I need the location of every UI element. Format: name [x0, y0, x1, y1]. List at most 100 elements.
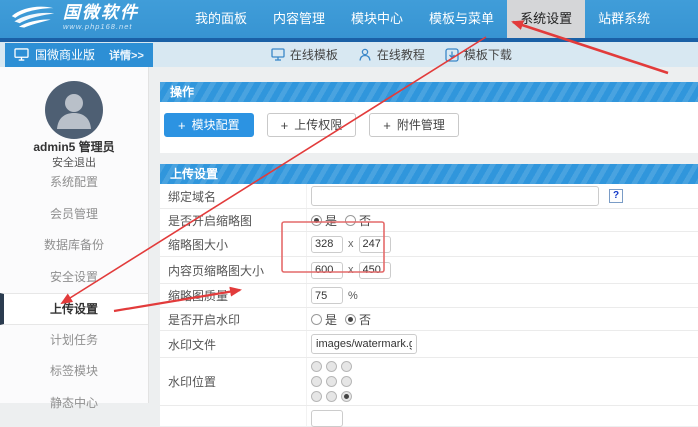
- sidebar-menu: 系统配置会员管理数据库备份安全设置上传设置计划任务标签模块静态中心: [0, 167, 148, 419]
- edition-button[interactable]: 国微商业版 详情>>: [5, 43, 153, 67]
- form-field-watermark-position: [307, 361, 352, 402]
- watermark-position-radio-r0c2[interactable]: [341, 361, 352, 372]
- watermark-position-radio-r2c1[interactable]: [326, 391, 337, 402]
- sidebar-item-member-manage[interactable]: 会员管理: [0, 199, 148, 231]
- sidebar-item-system-config[interactable]: 系统配置: [0, 167, 148, 199]
- tab-template-menu[interactable]: 模板与菜单: [416, 0, 507, 38]
- thumbnail-size-width-input[interactable]: [311, 236, 343, 253]
- top-nav: 我的面板内容管理模块中心模板与菜单系统设置站群系统: [182, 0, 663, 38]
- radio-label: 否: [359, 311, 371, 328]
- tab-system-settings[interactable]: 系统设置: [507, 0, 585, 38]
- form-row-watermark-file: 水印文件: [160, 331, 698, 358]
- form-row-content-thumbnail-size: 内容页缩略图大小 x: [160, 257, 698, 284]
- plus-icon: +: [281, 119, 289, 132]
- ops-buttons: +模块配置+上传权限+附件管理: [160, 102, 698, 153]
- sidebar-item-upload-settings[interactable]: 上传设置: [0, 293, 148, 325]
- plus-icon: +: [383, 119, 391, 132]
- subbar-link-online-template[interactable]: 在线模板: [271, 46, 338, 63]
- tab-site-group[interactable]: 站群系统: [585, 0, 663, 38]
- attachment-manage-button[interactable]: + 附件管理: [369, 113, 459, 137]
- watermark-position-radio-r1c1[interactable]: [326, 376, 337, 387]
- form-label-watermark-position: 水印位置: [160, 358, 307, 405]
- bind-domain-input[interactable]: [311, 186, 599, 206]
- form-label-thumbnail-size: 缩略图大小: [160, 232, 307, 256]
- button-label: 模块配置: [192, 114, 240, 136]
- clipped-row-input[interactable]: [311, 410, 343, 427]
- form-section-title: 上传设置: [160, 164, 698, 184]
- upload-permission-button[interactable]: +上传权限: [267, 113, 357, 137]
- watermark-position-radio-r2c0[interactable]: [311, 391, 322, 402]
- module-config-button[interactable]: + 模块配置: [164, 113, 254, 137]
- watermark-position-radio-r0c1[interactable]: [326, 361, 337, 372]
- logo-title: 国微软件: [63, 3, 139, 22]
- sidebar-item-tag-module[interactable]: 标签模块: [0, 356, 148, 388]
- form-label-watermark-enable: 是否开启水印: [160, 308, 307, 330]
- thumbnail-quality-input[interactable]: [311, 287, 343, 304]
- sidebar: admin5 管理员 安全退出 系统配置会员管理数据库备份安全设置上传设置计划任…: [0, 67, 149, 403]
- thumbnail-enable-radio-no[interactable]: [345, 215, 356, 226]
- content-thumbnail-size-height-input[interactable]: [359, 262, 391, 279]
- form-row-clipped-row: [160, 406, 698, 426]
- monitor-icon: [14, 48, 29, 61]
- sidebar-item-scheduled-tasks[interactable]: 计划任务: [0, 325, 148, 357]
- user-icon: [45, 81, 103, 139]
- thumbnail-size-height-input[interactable]: [359, 236, 391, 253]
- watermark-position-radio-r0c0[interactable]: [311, 361, 322, 372]
- form-field-watermark-enable: 是否: [307, 311, 379, 328]
- subbar-link-online-tutorial[interactable]: 在线教程: [358, 46, 425, 63]
- radio-label: 否: [359, 212, 371, 229]
- ops-section: 操作 +模块配置+上传权限+附件管理: [160, 82, 698, 153]
- form-row-watermark-enable: 是否开启水印是否: [160, 308, 698, 331]
- grid-row: [311, 391, 352, 402]
- tab-module-center[interactable]: 模块中心: [338, 0, 416, 38]
- form-field-thumbnail-size: x: [307, 236, 391, 253]
- subbar-link-label: 在线模板: [290, 46, 338, 63]
- ops-section-title: 操作: [160, 82, 698, 102]
- download-icon: [445, 48, 459, 62]
- subbar-links: 在线模板 在线教程 模板下载: [271, 46, 512, 63]
- form-label-thumbnail-quality: 缩略图质量: [160, 284, 307, 307]
- person-icon: [358, 48, 372, 62]
- thumbnail-enable-radio-yes[interactable]: [311, 215, 322, 226]
- form-row-thumbnail-size: 缩略图大小 x: [160, 232, 698, 257]
- detail-link[interactable]: 详情>>: [109, 47, 144, 63]
- watermark-position-radio-r1c2[interactable]: [341, 376, 352, 387]
- form-field-thumbnail-quality: %: [307, 287, 358, 304]
- form-row-thumbnail-quality: 缩略图质量%: [160, 284, 698, 308]
- logo: 国微软件 www.php168.net: [10, 3, 139, 31]
- subbar-link-label: 在线教程: [377, 46, 425, 63]
- watermark-file-input[interactable]: [311, 334, 417, 354]
- help-icon[interactable]: ?: [609, 189, 623, 203]
- size-separator: x: [348, 264, 354, 276]
- size-separator: x: [348, 238, 354, 250]
- unit-suffix: %: [348, 290, 358, 302]
- logo-subtitle: www.php168.net: [63, 22, 139, 31]
- form-row-thumbnail-enable: 是否开启缩略图是否: [160, 209, 698, 232]
- form-field-bind-domain: ?: [307, 186, 623, 206]
- watermark-enable-radio-yes[interactable]: [311, 314, 322, 325]
- watermark-position-radio-r2c2[interactable]: [341, 391, 352, 402]
- tab-my-panel[interactable]: 我的面板: [182, 0, 260, 38]
- form-field-clipped-row: [307, 406, 343, 427]
- sidebar-item-partial-item[interactable]: 静态中心: [0, 388, 148, 420]
- tab-content-manage[interactable]: 内容管理: [260, 0, 338, 38]
- monitor-icon: [271, 48, 285, 62]
- username: admin5 管理员: [0, 138, 148, 155]
- form-field-thumbnail-enable: 是否: [307, 212, 379, 229]
- sidebar-item-security-settings[interactable]: 安全设置: [0, 262, 148, 294]
- watermark-position-radio-r1c0[interactable]: [311, 376, 322, 387]
- watermark-enable-radio-no[interactable]: [345, 314, 356, 325]
- content-thumbnail-size-width-input[interactable]: [311, 262, 343, 279]
- form-label-watermark-file: 水印文件: [160, 331, 307, 357]
- avatar[interactable]: [45, 81, 103, 139]
- radio-label: 是: [325, 212, 337, 229]
- grid-row: [311, 376, 352, 387]
- button-label: 附件管理: [397, 114, 445, 136]
- plus-icon: +: [178, 119, 186, 132]
- sidebar-item-db-backup[interactable]: 数据库备份: [0, 230, 148, 262]
- subbar-link-template-download[interactable]: 模板下载: [445, 46, 512, 63]
- form-label-bind-domain: 绑定域名: [160, 184, 307, 208]
- grid-row: [311, 361, 352, 372]
- form-label-content-thumbnail-size: 内容页缩略图大小: [160, 257, 307, 283]
- form-field-watermark-file: [307, 334, 417, 354]
